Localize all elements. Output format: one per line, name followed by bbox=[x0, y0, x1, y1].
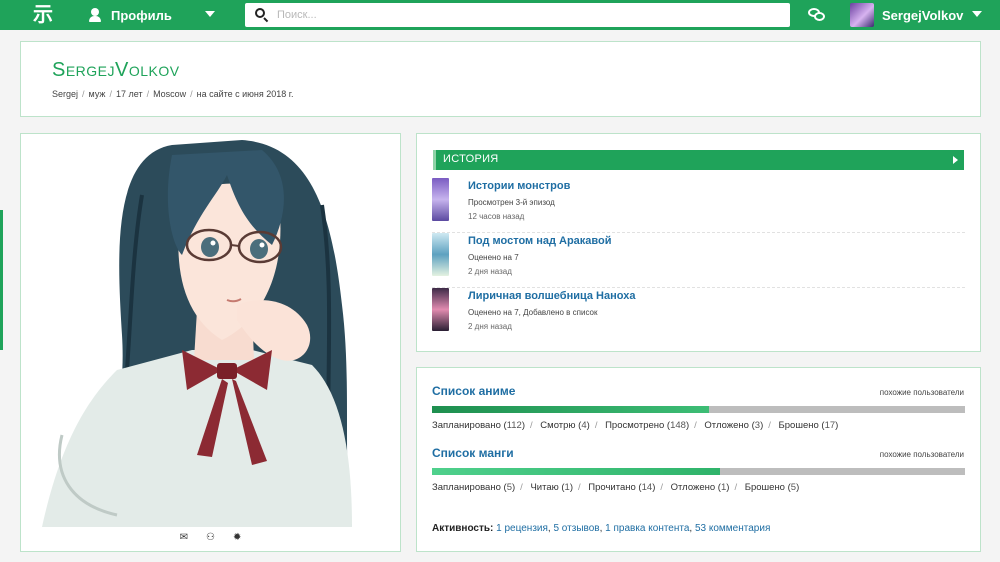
activity-comments-link[interactable]: 53 комментария bbox=[695, 523, 770, 534]
anime-similar-users-link[interactable]: похожие пользователи bbox=[880, 388, 964, 397]
user-menu-name: SergejVolkov bbox=[882, 7, 964, 23]
activity-reviews-link[interactable]: 1 рецензия bbox=[496, 523, 548, 534]
top-navigation-bar: 示 Профиль SergejVolkov bbox=[0, 0, 1000, 30]
profile-picture-card: ✉ ⚇ ✹ bbox=[20, 133, 401, 552]
profile-avatar-image bbox=[22, 135, 399, 527]
manga-stat-dropped[interactable]: Брошено (5) bbox=[745, 482, 800, 493]
user-dropdown-chevron-icon[interactable] bbox=[972, 11, 982, 17]
anime-list-progress-fill bbox=[432, 406, 710, 413]
search-icon bbox=[255, 8, 269, 23]
anime-stat-completed[interactable]: Просмотрено (148) bbox=[605, 420, 689, 431]
page-title: SergejVolkov bbox=[52, 59, 180, 81]
manga-stat-reading[interactable]: Читаю (1) bbox=[530, 482, 573, 493]
manga-list-progress-bar bbox=[432, 468, 965, 475]
history-item[interactable]: Истории монстров Просмотрен 3-й эпизод 1… bbox=[432, 178, 965, 233]
manga-list-progress-fill bbox=[432, 468, 720, 475]
profile-menu-label: Профиль bbox=[111, 7, 172, 23]
history-item-title[interactable]: Лиричная волшебница Наноха bbox=[468, 290, 635, 302]
history-header[interactable]: ИСТОРИЯ bbox=[433, 150, 964, 170]
meta-age: 17 лет bbox=[115, 89, 143, 99]
anime-stat-on-hold[interactable]: Отложено (3) bbox=[704, 420, 763, 431]
anime-stat-watching[interactable]: Смотрю (4) bbox=[540, 420, 590, 431]
lists-panel: Список аниме похожие пользователи Заплан… bbox=[416, 367, 981, 552]
picture-actions: ✉ ⚇ ✹ bbox=[21, 532, 400, 544]
mail-icon[interactable]: ✉ bbox=[180, 532, 188, 544]
manga-list-title[interactable]: Список манги bbox=[432, 446, 514, 460]
history-cover-image[interactable] bbox=[432, 288, 449, 331]
anime-list-stats: Запланировано (112) / Смотрю (4) / Просмот… bbox=[432, 420, 839, 431]
history-cover-image[interactable] bbox=[432, 178, 449, 221]
profile-dropdown-chevron-icon[interactable] bbox=[205, 11, 215, 17]
history-cover-image[interactable] bbox=[432, 233, 449, 276]
logo-glyph: 示 bbox=[33, 4, 53, 26]
history-item-desc: Просмотрен 3-й эпизод bbox=[468, 198, 555, 207]
manga-stat-planned[interactable]: Запланировано (5) bbox=[432, 482, 515, 493]
anime-stat-planned[interactable]: Запланировано (112) bbox=[432, 420, 525, 431]
profile-meta: Sergej / муж/ 17 лет / Moscow / на сайте с … bbox=[52, 89, 294, 99]
manga-stat-completed[interactable]: Прочитано (14) bbox=[588, 482, 655, 493]
meta-gender: муж bbox=[88, 89, 106, 99]
profile-menu-button[interactable]: Профиль bbox=[88, 0, 172, 30]
meta-name: Sergej bbox=[52, 89, 79, 99]
history-item-time: 2 дня назад bbox=[468, 322, 512, 331]
messages-icon[interactable] bbox=[808, 7, 826, 23]
manga-stat-on-hold[interactable]: Отложено (1) bbox=[671, 482, 730, 493]
history-title: ИСТОРИЯ bbox=[443, 153, 499, 165]
meta-member-since: на сайте с июня 2018 г. bbox=[196, 89, 294, 99]
history-item-time: 2 дня назад bbox=[468, 267, 512, 276]
site-logo[interactable]: 示 bbox=[32, 4, 54, 26]
history-item[interactable]: Под мостом над Аракавой Оценено на 7 2 д… bbox=[432, 233, 965, 288]
activity-label: Активность: bbox=[432, 523, 494, 534]
search-box[interactable] bbox=[245, 3, 790, 27]
search-input[interactable] bbox=[277, 9, 777, 21]
history-panel: ИСТОРИЯ Истории монстров Просмотрен 3-й … bbox=[416, 133, 981, 352]
anime-list-progress-bar bbox=[432, 406, 965, 413]
activity-summary: Активность: 1 рецензия, 5 отзывов, 1 пра… bbox=[432, 523, 771, 534]
user-icon bbox=[88, 8, 102, 22]
history-item-time: 12 часов назад bbox=[468, 212, 525, 221]
manga-list-stats: Запланировано (5) / Читаю (1) / Прочитано … bbox=[432, 482, 800, 493]
manga-similar-users-link[interactable]: похожие пользователи bbox=[880, 450, 964, 459]
anime-stat-dropped[interactable]: Брошено (17) bbox=[779, 420, 839, 431]
share-icon[interactable]: ⚇ bbox=[206, 532, 215, 544]
side-tab[interactable] bbox=[0, 210, 3, 350]
history-item-desc: Оценено на 7, Добавлено в список bbox=[468, 308, 598, 317]
meta-city: Moscow bbox=[153, 89, 187, 99]
user-avatar bbox=[850, 3, 874, 27]
history-item-title[interactable]: Под мостом над Аракавой bbox=[468, 235, 612, 247]
profile-header: SergejVolkov Sergej / муж/ 17 лет / Moscow… bbox=[20, 41, 981, 117]
history-item-desc: Оценено на 7 bbox=[468, 253, 519, 262]
activity-edits-link[interactable]: 1 правка контента bbox=[605, 523, 689, 534]
anime-list-title[interactable]: Список аниме bbox=[432, 384, 515, 398]
history-item-title[interactable]: Истории монстров bbox=[468, 180, 570, 192]
activity-comments-reviews-link[interactable]: 5 отзывов bbox=[553, 523, 599, 534]
gear-icon[interactable]: ✹ bbox=[233, 532, 241, 544]
user-menu[interactable]: SergejVolkov bbox=[850, 2, 963, 28]
chevron-right-icon[interactable] bbox=[953, 156, 958, 164]
history-item[interactable]: Лиричная волшебница Наноха Оценено на 7,… bbox=[432, 288, 965, 343]
